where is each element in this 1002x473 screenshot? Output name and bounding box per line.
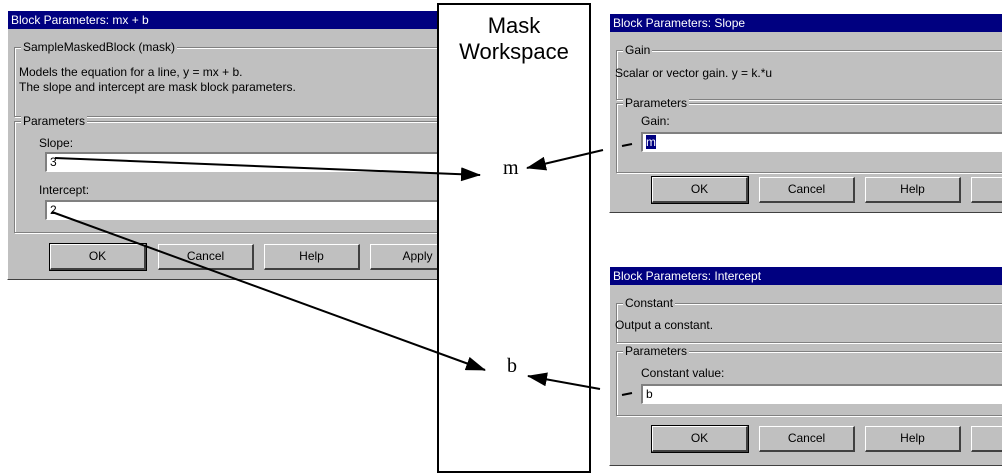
slope-description: Scalar or vector gain. y = k.*u <box>615 66 773 80</box>
mxb-description-line2: The slope and intercept are mask block p… <box>19 80 296 94</box>
intercept-block-group-label: Constant <box>623 296 676 310</box>
slope-dialog-title: Block Parameters: Slope <box>610 14 1002 32</box>
intercept-input[interactable]: 2 <box>45 200 446 220</box>
intercept-description: Output a constant. <box>615 318 714 332</box>
gain-value: m <box>646 135 656 149</box>
mxb-parameters-label: Parameters <box>21 114 88 128</box>
intercept-help-button[interactable]: Help <box>865 426 961 452</box>
mxb-description-line1: Models the equation for a line, y = mx +… <box>19 65 243 79</box>
mxb-block-group-label: SampleMaskedBlock (mask) <box>21 40 178 54</box>
gain-label: Gain: <box>641 114 670 128</box>
intercept-dialog-title: Block Parameters: Intercept <box>610 267 1002 285</box>
intercept-apply-button[interactable] <box>971 426 1002 452</box>
mask-variable-m: m <box>503 157 519 179</box>
mask-workspace-title-line2: Workspace <box>459 39 569 64</box>
mask-workspace: Mask Workspace <box>437 3 591 473</box>
slope-dialog: Block Parameters: Slope Gain Scalar or v… <box>609 13 1002 213</box>
mxb-help-button[interactable]: Help <box>264 244 360 270</box>
slope-ok-button[interactable]: OK <box>651 176 749 204</box>
mask-variable-b: b <box>507 355 517 377</box>
mxb-ok-button[interactable]: OK <box>49 243 147 271</box>
mxb-apply-button[interactable]: Apply <box>370 244 446 270</box>
slope-input[interactable]: 3 <box>45 152 446 172</box>
slope-help-button[interactable]: Help <box>865 177 961 203</box>
constant-value-input[interactable]: b <box>641 384 1002 404</box>
slope-block-group-label: Gain <box>623 43 653 57</box>
gain-input[interactable]: m <box>641 132 1002 152</box>
slope-cancel-button[interactable]: Cancel <box>759 177 855 203</box>
intercept-cancel-button[interactable]: Cancel <box>759 426 855 452</box>
slope-apply-button[interactable] <box>971 177 1002 203</box>
mxb-dialog: Block Parameters: mx + b SampleMaskedBlo… <box>7 10 447 280</box>
constant-value-label: Constant value: <box>641 366 725 380</box>
mask-workspace-title-line1: Mask <box>487 13 541 38</box>
intercept-label: Intercept: <box>39 183 90 197</box>
intercept-ok-button[interactable]: OK <box>651 425 749 453</box>
slope-parameters-label: Parameters <box>623 96 690 110</box>
slope-label: Slope: <box>39 136 74 150</box>
intercept-dialog: Block Parameters: Intercept Constant Out… <box>609 266 1002 466</box>
mxb-cancel-button[interactable]: Cancel <box>158 244 254 270</box>
intercept-parameters-label: Parameters <box>623 344 690 358</box>
mxb-dialog-title: Block Parameters: mx + b <box>8 11 446 29</box>
mask-workspace-title: Mask Workspace <box>439 13 589 65</box>
